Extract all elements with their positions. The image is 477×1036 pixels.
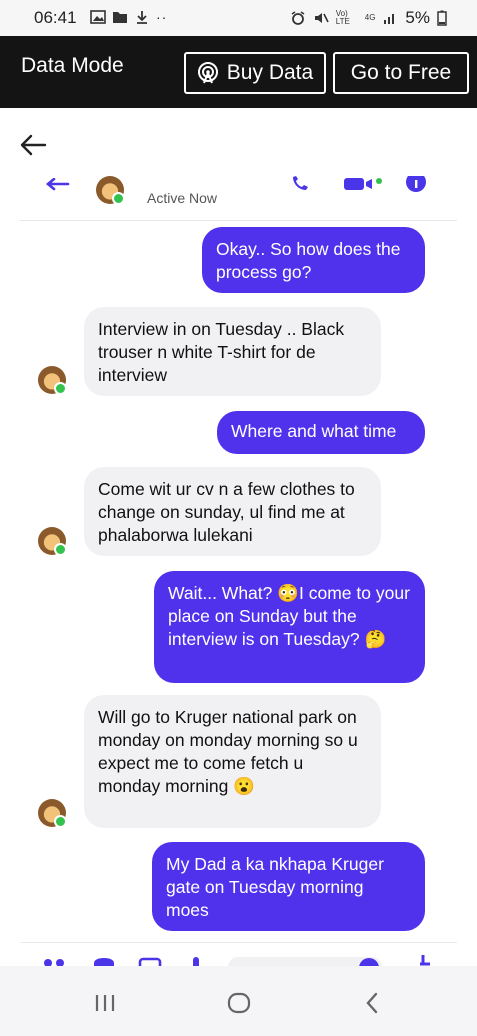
microphone-icon[interactable]	[190, 955, 202, 966]
message-outgoing[interactable]: Where and what time	[217, 411, 425, 454]
message-outgoing[interactable]: Okay.. So how does the process go?	[202, 227, 425, 293]
battery-icon	[437, 10, 447, 26]
broadcast-icon	[197, 62, 218, 84]
network-type: 4G	[364, 13, 376, 22]
composer-bar	[20, 942, 457, 966]
message-text: My Dad a ka nkhapa Kruger gate on Tuesda…	[166, 854, 384, 920]
message-incoming[interactable]: Will go to Kruger national park on monda…	[84, 695, 381, 828]
buy-data-button[interactable]: Buy Data	[184, 52, 326, 94]
message-incoming[interactable]: Interview in on Tuesday .. Black trouser…	[84, 307, 381, 396]
info-icon[interactable]	[404, 176, 428, 192]
chat-header: Active Now	[20, 176, 457, 221]
viewer-header	[0, 108, 477, 178]
home-icon[interactable]	[227, 992, 251, 1014]
emoji-icon[interactable]	[358, 957, 380, 966]
download-icon	[137, 11, 147, 24]
message-outgoing[interactable]: Wait... What? 😳I come to your place on S…	[154, 571, 425, 683]
signal-icon	[384, 14, 395, 24]
camera-icon[interactable]	[92, 957, 116, 966]
go-to-free-label: Go to Free	[350, 61, 452, 84]
message-incoming[interactable]: Come wit ur cv n a few clothes to change…	[84, 467, 381, 556]
chat-screenshot: Active Now Okay.. So how does the proces…	[20, 176, 457, 966]
message-text: Interview in on Tuesday .. Black trouser…	[98, 319, 345, 385]
like-icon[interactable]	[416, 953, 434, 966]
mute-icon	[314, 13, 329, 23]
active-status: Active Now	[147, 190, 218, 206]
alarm-icon	[291, 11, 305, 25]
message-text: Okay.. So how does the process go?	[216, 239, 401, 282]
gallery-icon	[90, 10, 106, 24]
folder-icon	[113, 12, 127, 23]
sender-avatar[interactable]	[38, 366, 67, 395]
status-time: 06:41	[34, 8, 77, 27]
message-text: Will go to Kruger national park on monda…	[98, 707, 358, 796]
recent-apps-icon[interactable]	[94, 994, 116, 1012]
contact-avatar[interactable]	[96, 176, 125, 205]
message-outgoing[interactable]: My Dad a ka nkhapa Kruger gate on Tuesda…	[152, 842, 425, 931]
more-notifications-icon: ··	[156, 9, 168, 25]
back-nav-icon[interactable]	[364, 992, 380, 1014]
data-mode-title: Data Mode	[21, 54, 124, 77]
system-icons: Vo) LTE 4G 5%	[290, 8, 447, 28]
call-icon[interactable]	[290, 176, 314, 192]
go-to-free-button[interactable]: Go to Free	[333, 52, 469, 94]
sender-avatar[interactable]	[38, 799, 67, 828]
more-actions-icon[interactable]	[42, 955, 68, 966]
message-text: Come wit ur cv n a few clothes to change…	[98, 479, 355, 545]
gallery-picker-icon[interactable]	[138, 957, 162, 966]
data-mode-banner: Data Mode Buy Data Go to Free	[0, 36, 477, 108]
notification-icons: ··	[90, 9, 167, 25]
back-arrow-icon[interactable]	[18, 132, 48, 158]
battery-percent: 5%	[405, 8, 430, 27]
message-text: Where and what time	[231, 421, 397, 441]
sender-avatar[interactable]	[38, 527, 67, 556]
buy-data-label: Buy Data	[226, 61, 314, 84]
navigation-bar	[0, 966, 477, 1036]
message-text: Wait... What? 😳I come to your place on S…	[168, 583, 410, 649]
status-bar: 06:41 ·· Vo) LTE 4G 5%	[0, 0, 477, 36]
contact-name-cut	[148, 176, 210, 180]
video-call-icon[interactable]	[342, 177, 382, 191]
volte-label: Vo) LTE	[335, 9, 350, 26]
chat-back-icon[interactable]	[44, 178, 70, 192]
